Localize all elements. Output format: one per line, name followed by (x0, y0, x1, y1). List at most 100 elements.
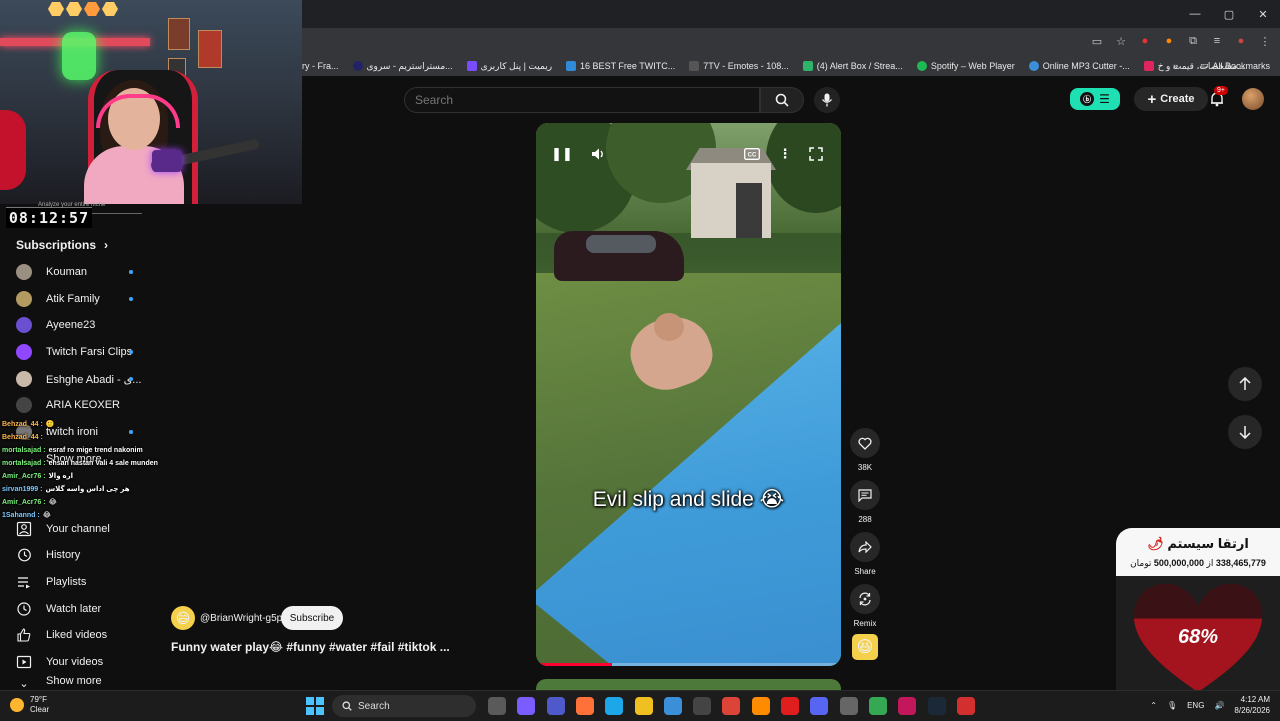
taskbar-app-icon[interactable] (605, 697, 624, 715)
comment-action: 288 (850, 480, 880, 524)
extension-red-icon[interactable]: ● (1138, 34, 1152, 48)
minimize-button[interactable]: — (1178, 0, 1212, 28)
bookmark-item[interactable]: (4) Alert Box / Strea... (802, 61, 903, 71)
bookmark-item[interactable]: ریمیت | پنل کاربری (466, 61, 552, 72)
like-button[interactable] (850, 428, 880, 458)
subscribe-button[interactable]: Subscribe (281, 606, 343, 630)
chevron-up-icon[interactable]: ⌃ (1150, 701, 1157, 710)
menu-kebab-icon[interactable]: ⋮ (1258, 34, 1272, 48)
sidebar-item-label: Watch later (46, 603, 102, 615)
taskbar-app-icon[interactable] (517, 697, 536, 715)
windows-logo-icon (306, 697, 314, 705)
taskbar-app-icon[interactable] (751, 697, 770, 715)
close-button[interactable]: ✕ (1246, 0, 1280, 28)
sidebar-item-playlists[interactable]: Playlists (16, 569, 166, 595)
taskbar-app-icon[interactable] (575, 697, 594, 715)
pause-button[interactable]: ❚❚ (551, 145, 573, 163)
taskbar-app-icon[interactable] (634, 697, 653, 715)
bookmark-item[interactable]: مستراستریم - سروی... (352, 61, 453, 72)
taskbar-app-icon[interactable] (868, 697, 887, 715)
bookmark-item[interactable]: 7TV - Emotes - 108... (689, 61, 789, 71)
taskbar-app-icon[interactable] (693, 697, 712, 715)
channel-avatar-emoji[interactable]: 😄 (171, 606, 195, 630)
bookmark-item[interactable]: ry - Fra... (302, 61, 339, 71)
sound-thumbnail[interactable]: 😆 (850, 634, 880, 660)
search-icon (342, 701, 352, 711)
more-options-button[interactable]: ⋮ (774, 145, 796, 163)
sidebar-item-history[interactable]: History (16, 542, 166, 568)
cast-icon[interactable]: ▭ (1090, 34, 1104, 48)
all-bookmarks[interactable]: » ▭ All Bookmarks (1173, 60, 1270, 71)
video-title[interactable]: Funny water play😂 #funny #water #fail #t… (171, 640, 450, 654)
next-short-button[interactable] (1228, 415, 1262, 449)
subscriptions-header[interactable]: Subscriptions › (16, 238, 108, 252)
bookmark-star-icon[interactable]: ☆ (1114, 34, 1128, 48)
sidebar-item-eshghe-abadi[interactable]: Eshghe Abadi - ی... (16, 366, 166, 392)
taskbar-app-icon[interactable] (781, 697, 799, 715)
donation-unit: تومان (1130, 558, 1152, 568)
sidebar-item-kouman[interactable]: Kouman (16, 259, 166, 285)
bookmark-item[interactable]: 16 BEST Free TWITC... (566, 61, 675, 71)
remix-button[interactable] (850, 584, 880, 614)
taskbar-search[interactable]: Search (332, 695, 476, 717)
sidebar-item-aria-keoxer[interactable]: ARIA KEOXER (16, 392, 166, 418)
comment-icon (858, 488, 872, 502)
account-avatar[interactable] (1242, 88, 1264, 110)
language-indicator[interactable]: ENG (1187, 701, 1204, 710)
arrow-up-icon (1239, 377, 1251, 390)
volume-icon[interactable]: 🔊 (1214, 701, 1224, 710)
channel-handle[interactable]: @BrianWright-g5p (200, 613, 282, 624)
weather-temp: 79°F (30, 695, 47, 704)
clock[interactable]: 4:12 AM 8/26/2026 (1234, 694, 1270, 716)
bookmark-item[interactable]: Spotify – Web Player (916, 61, 1015, 71)
bookmark-item[interactable]: Online MP3 Cutter -... (1028, 61, 1130, 71)
previous-short-button[interactable] (1228, 367, 1262, 401)
weather-widget[interactable]: 79°F Clear (10, 695, 49, 715)
taskbar-app-icon[interactable] (898, 697, 917, 715)
video-progress-fill (536, 663, 613, 666)
sidebar-item-atik-family[interactable]: Atik Family (16, 286, 166, 312)
taskbar-app-icon[interactable] (956, 697, 975, 715)
chat-text: 🙂 (45, 421, 55, 428)
channel-avatar (16, 371, 32, 387)
shorts-video-player[interactable]: ❚❚ CC ⋮ Evil slip and slide 😭 (536, 123, 841, 666)
extension-orange-icon[interactable]: ● (1162, 34, 1176, 48)
search-input[interactable] (405, 88, 745, 112)
extensions-puzzle-icon[interactable]: ⧉ (1186, 34, 1200, 48)
taskbar-app-icon[interactable] (927, 697, 946, 715)
video-icon (16, 655, 32, 669)
chat-message: sirvan1999 : هر چی اداس واسه گلاس (2, 483, 202, 496)
voice-search-button[interactable] (814, 87, 840, 113)
maximize-button[interactable]: ▢ (1212, 0, 1246, 28)
sidebar-item-ayeene23[interactable]: Ayeene23 (16, 312, 166, 338)
channel-name: Eshghe Abadi - ی... (46, 373, 142, 386)
sidebar-item-twitch-farsi-clips[interactable]: Twitch Farsi Clips (16, 339, 166, 365)
volume-button[interactable] (587, 145, 609, 163)
sidebar-item-your-videos[interactable]: Your videos (16, 649, 166, 675)
taskbar-app-icon[interactable] (839, 697, 858, 715)
share-button[interactable] (850, 532, 880, 562)
microphone-icon[interactable]: 🎙 (1167, 701, 1177, 710)
sidebar-item-liked-videos[interactable]: Liked videos (16, 622, 166, 648)
chat-username: mortalsajad : (2, 447, 46, 454)
extension-pill-button[interactable]: ⓑ ☰ (1070, 88, 1120, 110)
create-button[interactable]: + Create (1134, 87, 1208, 111)
video-progress-bar[interactable] (536, 663, 841, 666)
start-button[interactable] (306, 697, 324, 715)
taskbar-app-icon[interactable] (488, 697, 506, 715)
fullscreen-button[interactable] (805, 145, 827, 163)
show-more-button-2[interactable]: ⌄ Show more (16, 675, 166, 689)
chat-username: mortalsajad : (2, 460, 46, 467)
taskbar-app-icon[interactable] (546, 697, 565, 715)
comments-button[interactable] (850, 480, 880, 510)
queue-icon[interactable]: ≡ (1210, 34, 1224, 48)
sidebar-item-watch-later[interactable]: Watch later (16, 596, 166, 622)
captions-button[interactable]: CC (741, 145, 763, 163)
taskbar-app-icon[interactable] (663, 697, 682, 715)
taskbar-app-icon[interactable] (810, 697, 829, 715)
comment-count: 288 (858, 515, 872, 524)
remix-icon (859, 592, 871, 606)
search-button[interactable] (760, 87, 804, 113)
profile-avatar-icon[interactable]: ● (1234, 34, 1248, 48)
taskbar-app-icon[interactable] (722, 697, 741, 715)
